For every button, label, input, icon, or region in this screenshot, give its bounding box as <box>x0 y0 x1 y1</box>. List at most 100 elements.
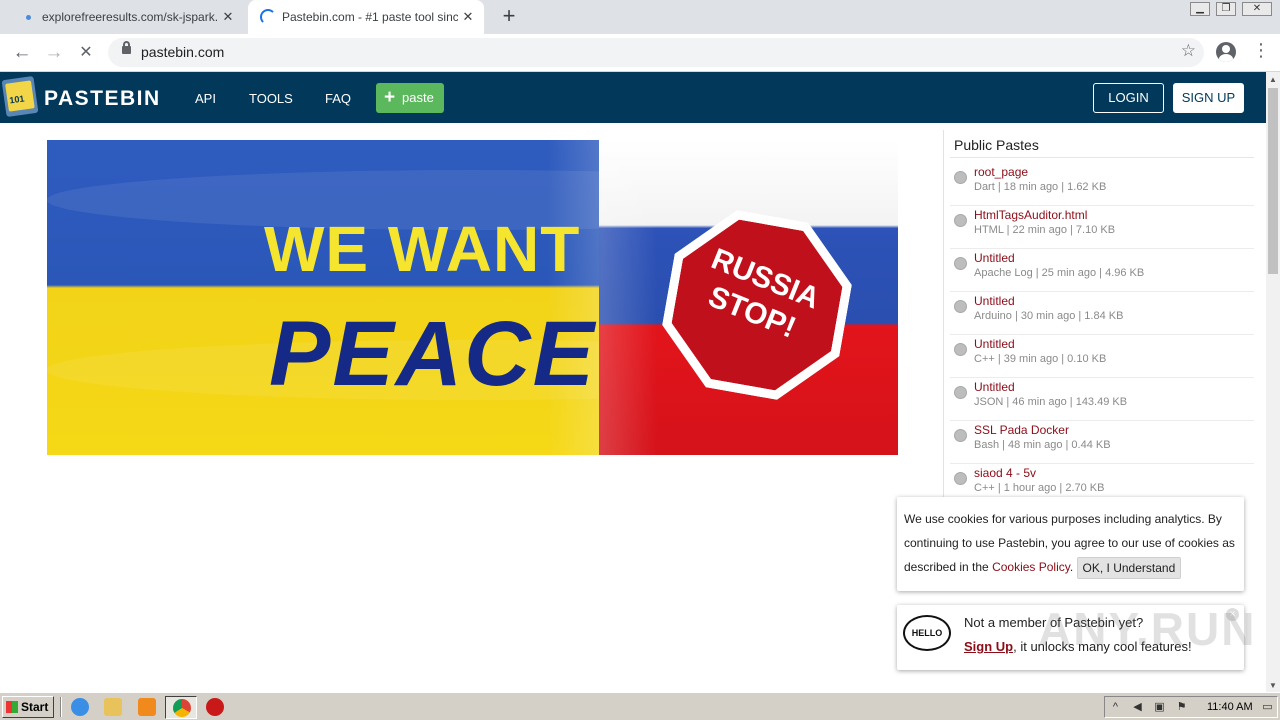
login-button[interactable]: LOGIN <box>1093 83 1164 113</box>
tab-title: explorefreeresults.com/sk-jspark.ph <box>42 10 218 24</box>
system-tray: ^ ◀ ▣ ⚑ 11:40 AM ▭ <box>1104 696 1278 718</box>
internet-explorer-icon[interactable] <box>71 698 89 716</box>
nav-tools[interactable]: TOOLS <box>249 91 293 106</box>
loading-spinner-icon <box>260 9 276 25</box>
loading-dot-icon <box>26 15 31 20</box>
globe-icon <box>954 257 967 270</box>
clock[interactable]: 11:40 AM <box>1207 701 1253 713</box>
browser-tabstrip: explorefreeresults.com/sk-jspark.ph ✕ Pa… <box>0 0 1280 34</box>
browser-toolbar: ← → ✕ pastebin.com ☆ ⋮ <box>0 34 1280 72</box>
globe-icon <box>954 472 967 485</box>
flag-blend <box>547 140 657 455</box>
new-tab-button[interactable]: + <box>498 5 520 27</box>
window-controls: ▁ ❐ ✕ <box>1190 2 1272 16</box>
site-header: 101 PASTEBIN API TOOLS FAQ + paste LOGIN… <box>0 72 1266 123</box>
paste-meta: Arduino | 30 min ago | 1.84 KB <box>974 310 1124 322</box>
page-scrollbar[interactable]: ▲ ▼ <box>1266 72 1280 692</box>
show-desktop-icon[interactable]: ▭ <box>1261 701 1274 714</box>
globe-icon <box>954 171 967 184</box>
paste-meta: Dart | 18 min ago | 1.62 KB <box>974 181 1107 193</box>
bookmark-star-icon[interactable]: ☆ <box>1181 41 1196 61</box>
paste-link[interactable]: Untitled <box>974 337 1015 351</box>
volume-icon[interactable]: ◀ <box>1131 701 1144 714</box>
url-text: pastebin.com <box>141 44 225 60</box>
lock-icon <box>122 41 131 54</box>
window-close-button[interactable]: ✕ <box>1242 2 1272 16</box>
sidebar-title: Public Pastes <box>954 137 1039 153</box>
paste-link[interactable]: Untitled <box>974 380 1015 394</box>
promo-signup-link[interactable]: Sign Up <box>964 639 1013 654</box>
list-item: SSL Pada Docker Bash | 48 min ago | 0.44 … <box>950 421 1254 464</box>
chrome-taskbar-button[interactable] <box>165 696 197 719</box>
cookie-text: We use cookies for various purposes incl… <box>904 507 1238 579</box>
tab-explorefreeresults[interactable]: explorefreeresults.com/sk-jspark.ph ✕ <box>10 0 244 34</box>
start-label: Start <box>21 700 49 714</box>
nav-api[interactable]: API <box>195 91 216 106</box>
flag-icon[interactable]: ⚑ <box>1175 701 1188 714</box>
cookie-consent-popup: We use cookies for various purposes incl… <box>897 497 1244 591</box>
tab-title: Pastebin.com - #1 paste tool since 2 <box>282 10 458 24</box>
browser-menu-icon[interactable]: ⋮ <box>1252 40 1270 61</box>
paste-meta: C++ | 1 hour ago | 2.70 KB <box>974 482 1105 494</box>
stop-loading-button[interactable]: ✕ <box>74 41 98 65</box>
signup-button[interactable]: SIGN UP <box>1173 83 1244 113</box>
paste-link[interactable]: SSL Pada Docker <box>974 423 1069 437</box>
brand-name[interactable]: PASTEBIN <box>44 87 161 111</box>
paste-link[interactable]: siaod 4 - 5v <box>974 466 1036 480</box>
accept-cookies-button[interactable]: OK, I Understand <box>1076 556 1182 579</box>
tab-pastebin[interactable]: Pastebin.com - #1 paste tool since 2 ✕ <box>248 0 484 34</box>
globe-icon <box>954 300 967 313</box>
minimize-button[interactable]: ▁ <box>1190 2 1210 16</box>
banner-line2: PEACE <box>269 303 596 405</box>
scroll-down-arrow-icon[interactable]: ▼ <box>1269 681 1277 690</box>
network-icon[interactable]: ▣ <box>1153 701 1166 714</box>
peace-banner[interactable]: WE WANT PEACE RUSSIA STOP! <box>47 140 898 455</box>
paste-link[interactable]: root_page <box>974 165 1028 179</box>
cookie-punct: . <box>1069 560 1077 574</box>
paste-meta: JSON | 46 min ago | 143.49 KB <box>974 396 1128 408</box>
divider <box>60 697 62 717</box>
back-button[interactable]: ← <box>10 41 34 65</box>
list-item: Untitled JSON | 46 min ago | 143.49 KB <box>950 378 1254 421</box>
paste-link[interactable]: HtmlTagsAuditor.html <box>974 208 1087 222</box>
tab-close-icon[interactable]: ✕ <box>220 9 236 25</box>
list-item: Untitled Arduino | 30 min ago | 1.84 KB <box>950 292 1254 335</box>
globe-icon <box>954 343 967 356</box>
cookies-policy-link[interactable]: Cookies Policy <box>992 560 1070 574</box>
logo-text: 101 <box>8 93 26 106</box>
paste-link[interactable]: Untitled <box>974 294 1015 308</box>
chrome-icon <box>173 699 191 717</box>
paste-meta: Apache Log | 25 min ago | 4.96 KB <box>974 267 1145 279</box>
globe-icon <box>954 429 967 442</box>
folder-icon[interactable] <box>104 698 122 716</box>
media-player-icon[interactable] <box>138 698 156 716</box>
stop-icon[interactable] <box>206 698 224 716</box>
new-paste-button[interactable]: + paste <box>376 83 444 113</box>
paste-label: paste <box>402 90 434 105</box>
list-item: Untitled Apache Log | 25 min ago | 4.96 K… <box>950 249 1254 292</box>
restore-button[interactable]: ❐ <box>1216 2 1236 16</box>
address-bar[interactable]: pastebin.com ☆ <box>108 38 1204 67</box>
list-item: root_page Dart | 18 min ago | 1.62 KB <box>950 163 1254 206</box>
windows-taskbar: Start ^ ◀ ▣ ⚑ 11:40 AM ▭ <box>0 692 1280 720</box>
tab-close-icon[interactable]: ✕ <box>460 9 476 25</box>
banner-line1: WE WANT <box>264 213 581 285</box>
pastebin-logo-icon[interactable]: 101 <box>1 75 39 118</box>
paste-link[interactable]: Untitled <box>974 251 1015 265</box>
stop-sign-text: RUSSIA STOP! <box>703 242 825 345</box>
profile-avatar-icon[interactable] <box>1216 42 1236 62</box>
paste-meta: C++ | 39 min ago | 0.10 KB <box>974 353 1107 365</box>
globe-icon <box>954 386 967 399</box>
list-item: Untitled C++ | 39 min ago | 0.10 KB <box>950 335 1254 378</box>
paste-meta: HTML | 22 min ago | 7.10 KB <box>974 224 1116 236</box>
start-button[interactable]: Start <box>2 696 54 718</box>
nav-faq[interactable]: FAQ <box>325 91 351 106</box>
plus-icon: + <box>384 87 396 108</box>
forward-button[interactable]: → <box>42 41 66 65</box>
scroll-up-arrow-icon[interactable]: ▲ <box>1269 75 1277 84</box>
expand-tray-icon[interactable]: ^ <box>1109 701 1122 714</box>
scroll-thumb[interactable] <box>1268 88 1278 274</box>
paste-meta: Bash | 48 min ago | 0.44 KB <box>974 439 1111 451</box>
windows-logo-icon <box>6 701 18 713</box>
public-pastes-sidebar: Public Pastes root_page Dart | 18 min ago… <box>943 130 1255 510</box>
